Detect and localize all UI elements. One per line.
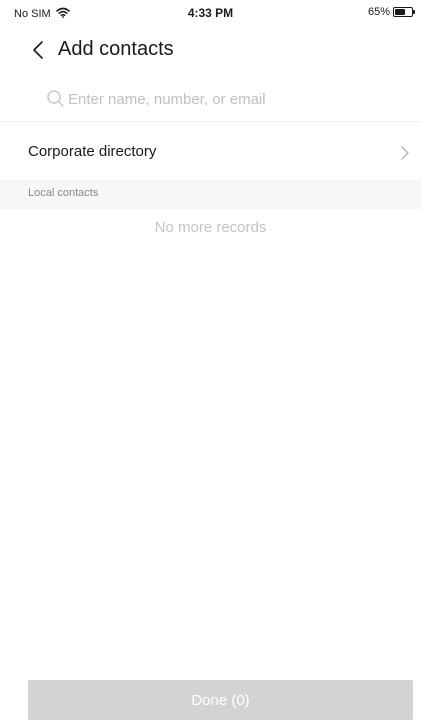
status-time: 4:33 PM (187, 6, 234, 20)
status-right: 65% (367, 6, 415, 18)
battery-level (395, 9, 406, 15)
empty-state-text: No more records (154, 219, 267, 236)
header: Add contacts (0, 30, 421, 70)
search-bar (0, 78, 421, 122)
battery-icon (393, 7, 415, 17)
corporate-directory-row[interactable]: Corporate directory (0, 130, 421, 176)
search-input[interactable] (68, 86, 388, 112)
page-title: Add contacts (58, 38, 174, 60)
corporate-directory-label: Corporate directory (28, 143, 157, 160)
chevron-left-icon[interactable] (30, 38, 52, 62)
chevron-right-icon (399, 144, 411, 162)
local-contacts-header: Local contacts (0, 180, 421, 209)
done-button[interactable]: Done (0) (28, 680, 413, 720)
status-bar: No SIM 4:33 PM 65% (0, 0, 421, 26)
section-label: Local contacts (28, 187, 99, 199)
search-icon (46, 89, 66, 109)
battery-percent: 65% (367, 6, 390, 18)
